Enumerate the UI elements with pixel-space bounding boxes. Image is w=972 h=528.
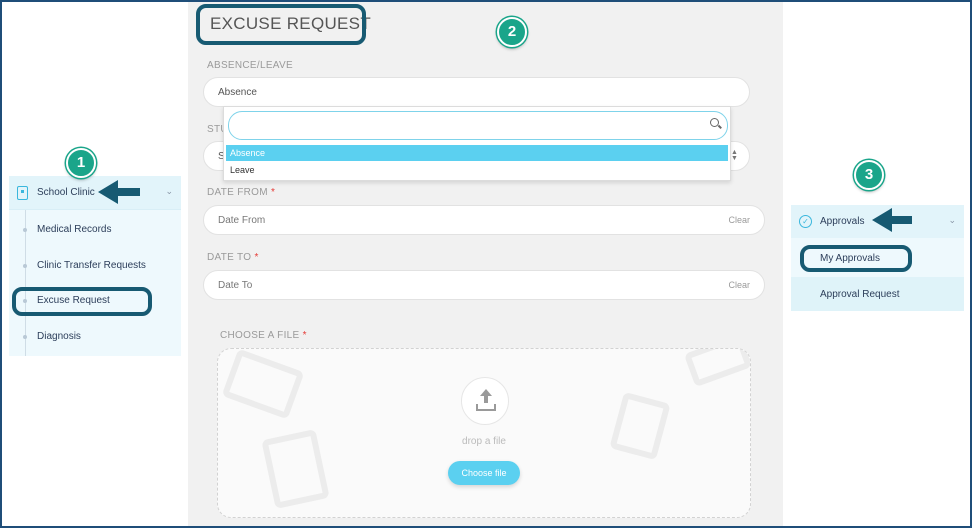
file-drop-zone[interactable]: drop a file Choose file	[217, 348, 751, 518]
date-from-clear-button[interactable]: Clear	[728, 215, 750, 225]
bullet-icon	[23, 228, 27, 232]
step-badge-1: 1	[66, 148, 96, 178]
check-circle-icon: ✓	[799, 215, 812, 228]
date-to-clear-button[interactable]: Clear	[728, 280, 750, 290]
step-badge-2: 2	[497, 17, 527, 47]
date-to-label-text: DATE TO	[207, 252, 252, 263]
sidebar-item-label: Diagnosis	[37, 331, 81, 342]
absence-leave-dropdown: Absence Leave	[223, 106, 731, 181]
required-marker: *	[254, 252, 259, 263]
date-to-input[interactable]: Date To Clear	[203, 270, 765, 300]
choose-file-label-text: CHOOSE A FILE	[220, 330, 300, 341]
absence-leave-label: ABSENCE/LEAVE	[207, 60, 293, 71]
step-badge-3: 3	[854, 160, 884, 190]
date-from-label: DATE FROM *	[207, 187, 275, 198]
highlight-excuse-request	[12, 287, 152, 316]
bullet-icon	[23, 335, 27, 339]
decorative-file-icon	[221, 349, 305, 420]
dropdown-option-absence[interactable]: Absence	[226, 145, 728, 161]
drop-a-file-text: drop a file	[462, 436, 506, 447]
sidebar-item-label: Medical Records	[37, 224, 112, 235]
callout-arrow-1	[98, 180, 140, 204]
chevron-down-icon[interactable]: ⌄	[165, 186, 173, 197]
choose-file-label: CHOOSE A FILE *	[220, 330, 307, 341]
choose-file-button[interactable]: Choose file	[448, 461, 520, 485]
date-from-placeholder: Date From	[218, 215, 266, 226]
required-marker: *	[302, 330, 307, 341]
sort-arrows-icon[interactable]: ▲ ▼	[731, 149, 738, 162]
date-from-input[interactable]: Date From Clear	[203, 205, 765, 235]
dropdown-option-leave[interactable]: Leave	[226, 162, 728, 178]
absence-leave-select[interactable]: Absence	[203, 77, 750, 107]
callout-arrow-3	[872, 208, 912, 232]
chevron-down-icon[interactable]: ⌄	[948, 215, 956, 226]
sidebar-item-medical-records[interactable]: Medical Records	[23, 224, 112, 235]
decorative-file-icon	[683, 349, 750, 388]
sidebar-item-clinic-transfer-requests[interactable]: Clinic Transfer Requests	[23, 260, 146, 271]
upload-icon	[461, 377, 509, 425]
approval-request-row[interactable]: Approval Request	[791, 277, 964, 311]
absence-leave-value: Absence	[218, 87, 257, 98]
required-marker: *	[270, 187, 276, 198]
school-clinic-menu-header[interactable]: School Clinic ⌄	[9, 176, 181, 210]
clinic-icon	[17, 186, 28, 200]
dropdown-search-input[interactable]	[228, 111, 728, 140]
date-from-label-text: DATE FROM	[207, 187, 268, 198]
sidebar-item-diagnosis[interactable]: Diagnosis	[23, 331, 81, 342]
search-icon	[710, 118, 719, 127]
sidebar-item-label: Clinic Transfer Requests	[37, 260, 146, 271]
date-to-placeholder: Date To	[218, 280, 253, 291]
highlight-my-approvals	[800, 245, 912, 272]
date-to-label: DATE TO *	[207, 252, 259, 263]
school-clinic-label: School Clinic	[37, 187, 95, 198]
sidebar-item-approval-request[interactable]: Approval Request	[820, 289, 900, 300]
decorative-png-icon	[609, 391, 671, 461]
school-clinic-menu: School Clinic ⌄ Medical Records Clinic T…	[9, 176, 181, 356]
approvals-label: Approvals	[820, 216, 865, 227]
highlight-page-title	[196, 4, 366, 45]
bullet-icon	[23, 264, 27, 268]
